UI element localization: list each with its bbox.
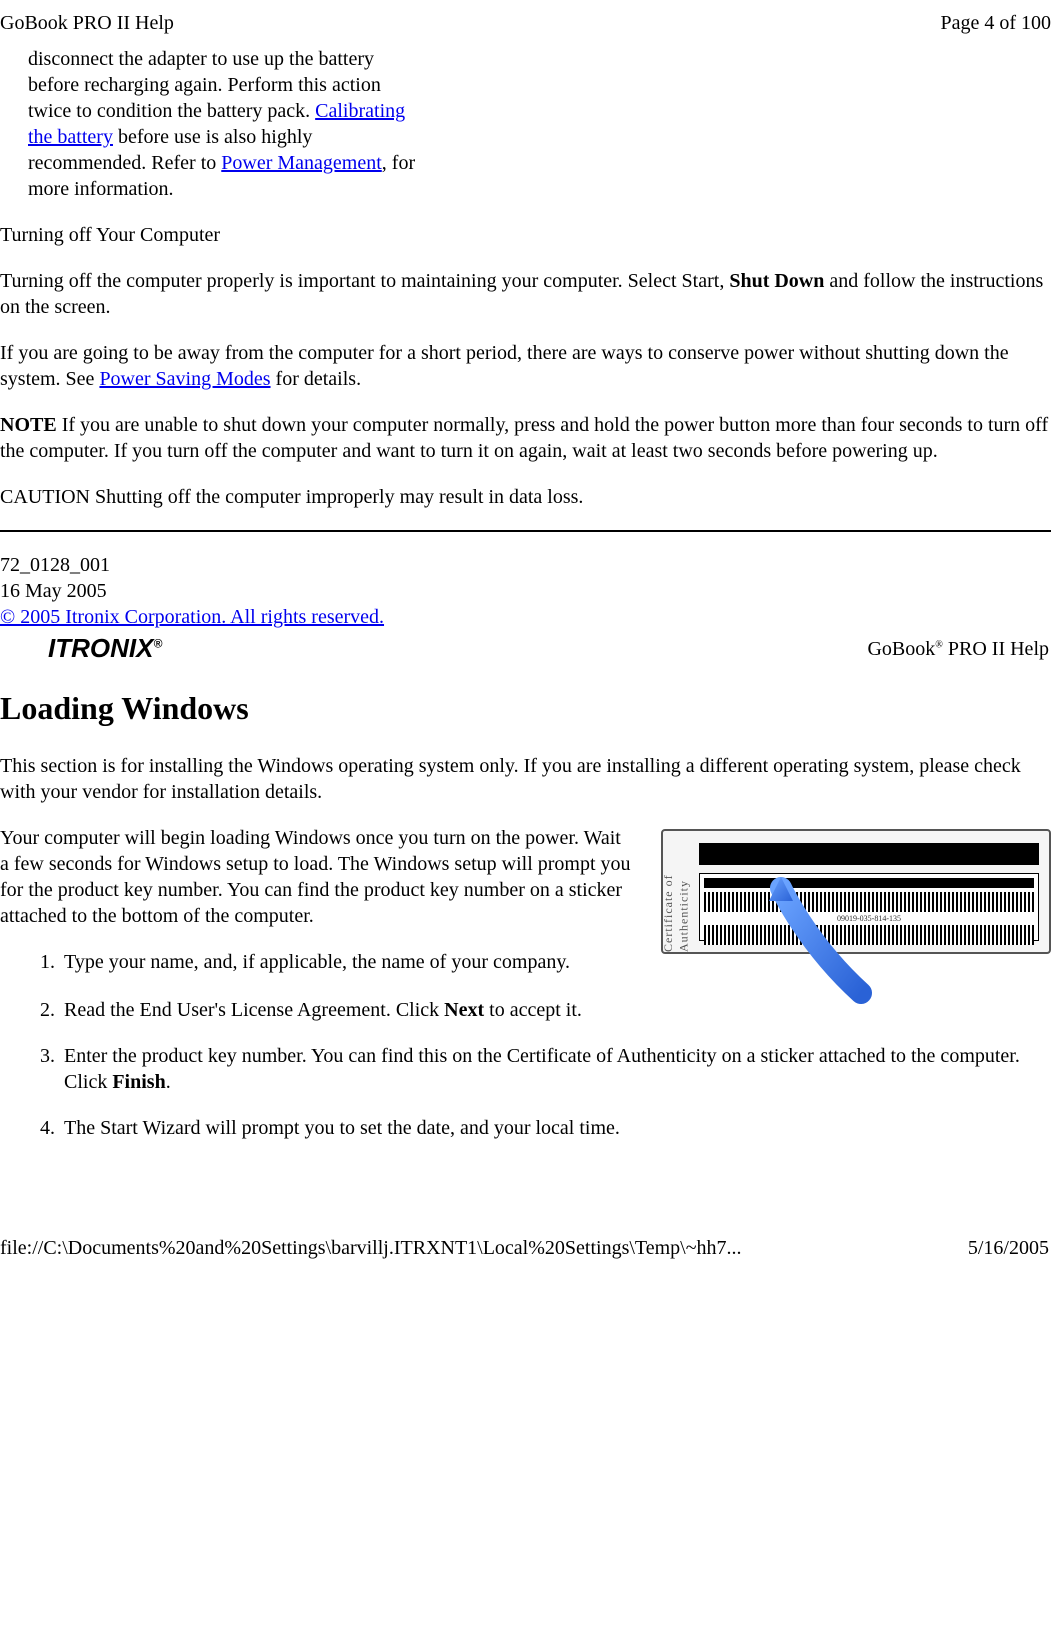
footer-right: 5/16/2005 [968, 1235, 1049, 1261]
step-2-text-b: to accept it. [484, 999, 582, 1021]
turning-off-para-2b: for details. [271, 368, 362, 390]
step-1-text: Type your name, and, if applicable, the … [64, 951, 570, 973]
coa-sticker-image: Certificate of Authenticity 09019-035-81… [661, 829, 1051, 989]
note-text: If you are unable to shut down your comp… [0, 414, 1048, 462]
intro-indented-block: disconnect the adapter to use up the bat… [0, 46, 420, 202]
step-3-text-a: Enter the product key number. You can fi… [64, 1045, 1020, 1093]
caution-para: CAUTION Shutting off the computer improp… [0, 484, 1051, 510]
doc-date: 16 May 2005 [0, 578, 1051, 604]
header-left: GoBook PRO II Help [0, 10, 174, 36]
body-content: disconnect the adapter to use up the bat… [0, 46, 1051, 1161]
gobook-pre: GoBook [867, 638, 935, 660]
step-3: Enter the product key number. You can fi… [60, 1043, 1051, 1095]
footer-left: file://C:\Documents%20and%20Settings\bar… [0, 1235, 742, 1261]
itronix-logo: ITRONIX® [0, 632, 162, 666]
step-2: Read the End User's License Agreement. C… [60, 997, 1051, 1023]
logo-reg: ® [153, 636, 162, 650]
note-para: NOTE If you are unable to shut down your… [0, 412, 1051, 464]
step-2-text-a: Read the End User's License Agreement. C… [64, 999, 444, 1021]
link-power-saving-modes[interactable]: Power Saving Modes [99, 368, 270, 390]
loading-para-1: This section is for installing the Windo… [0, 753, 1051, 805]
step-4: The Start Wizard will prompt you to set … [60, 1115, 1051, 1141]
turning-off-para-1: Turning off the computer properly is imp… [0, 268, 1051, 320]
gobook-pro-label: GoBook® PRO II Help [867, 636, 1049, 662]
turning-off-para-1a: Turning off the computer properly is imp… [0, 270, 729, 292]
step-4-text: The Start Wizard will prompt you to set … [64, 1117, 620, 1139]
step-2-bold: Next [444, 999, 484, 1021]
arrow-icon [751, 883, 881, 1003]
gobook-sup: ® [935, 639, 943, 650]
separator-rule [0, 530, 1051, 532]
section-title-loading-windows: Loading Windows [0, 688, 1051, 730]
turning-off-para-2: If you are going to be away from the com… [0, 340, 1051, 392]
note-label: NOTE [0, 414, 57, 436]
page-header: GoBook PRO II Help Page 4 of 100 [0, 0, 1051, 46]
gobook-post: PRO II Help [943, 638, 1049, 660]
step-3-bold: Finish [112, 1071, 165, 1093]
logo-text: ITRONIX [48, 633, 153, 663]
step-3-text-b: . [166, 1071, 171, 1093]
turning-off-heading: Turning off Your Computer [0, 222, 1051, 248]
cert-side-text: Certificate of Authenticity [661, 851, 692, 952]
itronix-row: ITRONIX® GoBook® PRO II Help [0, 632, 1051, 666]
page-footer: file://C:\Documents%20and%20Settings\bar… [0, 1221, 1051, 1267]
link-copyright[interactable]: © 2005 Itronix Corporation. All rights r… [0, 606, 384, 628]
link-power-management[interactable]: Power Management [221, 152, 382, 174]
shut-down-bold: Shut Down [729, 270, 824, 292]
cert-black-bar [699, 843, 1039, 865]
doc-info-block: 72_0128_001 16 May 2005 © 2005 Itronix C… [0, 552, 1051, 630]
header-right: Page 4 of 100 [940, 10, 1051, 36]
part-number: 72_0128_001 [0, 552, 1051, 578]
